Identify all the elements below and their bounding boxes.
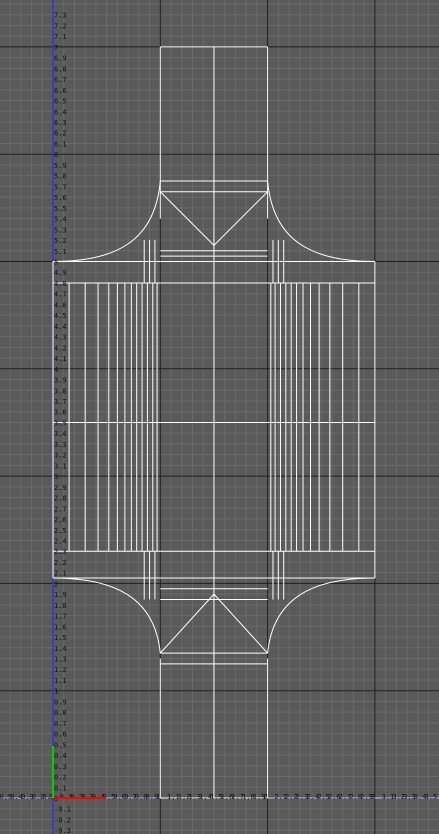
v-axis-tick-label: 3.3 [54,441,67,449]
v-axis-tick-label: 7.1 [54,33,67,41]
v-axis-tick-label: 5.9 [54,162,67,170]
v-axis-tick-label: 4.9 [54,269,67,277]
v-axis-tick-label: 0.6 [54,731,67,739]
v-axis-tick-label: 2.1 [54,570,67,578]
v-axis-tick-label: 1.9 [54,591,67,599]
v-axis-tick-label: 5 [54,259,58,267]
v-axis-tick-label: 0.9 [54,698,67,706]
u-axis-tick-label: 3 [371,793,375,801]
v-axis-tick-label: 0.5 [54,741,67,749]
uv-wireframe-mesh[interactable] [52,46,376,799]
v-axis-tick-label: 2.8 [54,495,67,503]
u-axis-tick-label: 3.5 [425,793,438,801]
v-axis-tick-label: 5.5 [54,205,67,213]
v-axis-tick-label: -0.3 [54,827,71,834]
v-axis-tick-label: 6.5 [54,98,67,106]
v-axis-tick-label: 0.7 [54,720,67,728]
v-axis-tick-label: 5.3 [54,226,67,234]
v-axis-tick-label: 4.8 [54,280,67,288]
v-axis-tick-label: 2.9 [54,484,67,492]
v-axis-tick-label: 3.2 [54,452,67,460]
v-axis-tick-label: 2.5 [54,527,67,535]
v-axis-tick-label: 3.6 [54,409,67,417]
uv-editor-viewport[interactable]: 7.3 7.2 7.1 7 6.9 6.8 6.7 6.6 6.5 6.4 6.3 6.2 6.1 6 5.… [0,0,439,834]
v-axis-tick-label: 6.8 [54,65,67,73]
v-axis-tick-label: 3.7 [54,398,67,406]
v-axis-tick-label: -0.2 [54,816,71,824]
v-axis-tick-label: 1.3 [54,656,67,664]
v-axis-tick-label: 3.4 [54,430,67,438]
v-axis-tick-label: 3 [54,473,58,481]
v-axis-tick-label: 5.6 [54,194,67,202]
v-axis-tick-label: 3.5 [54,419,67,427]
v-axis-tick-label: 6.6 [54,87,67,95]
v-axis-tick-label: 7.2 [54,22,67,30]
v-axis-tick-label: 0.2 [54,774,67,782]
v-axis-tick-label: 6 [54,151,58,159]
v-axis-tick-label: 2.6 [54,516,67,524]
uv-grid-canvas[interactable]: 7.3 7.2 7.1 7 6.9 6.8 6.7 6.6 6.5 6.4 6.3 6.2 6.1 6 5.… [0,0,439,834]
v-axis-tick-label: 7 [54,44,58,52]
v-axis-tick-label: 7.3 [54,12,67,20]
v-axis-tick-label: 3.9 [54,377,67,385]
v-axis-tick-label: 2.4 [54,537,67,545]
v-axis-tick-label: 1.4 [54,645,67,653]
v-axis-tick-label: 2.3 [54,548,67,556]
mesh-diagonal [159,593,215,654]
v-axis-tick-label: 1.1 [54,677,67,685]
v-axis-tick-label: 6.3 [54,119,67,127]
v-axis-tick-label: 1.7 [54,613,67,621]
v-axis-tick-label: 2.7 [54,505,67,513]
v-axis-tick-label: 3.8 [54,387,67,395]
v-axis-tick-label: 4 [54,366,58,374]
v-axis-tick-label: 5.7 [54,183,67,191]
v-axis-tick-label: 6.7 [54,76,67,84]
v-axis-tick-label: 1.6 [54,623,67,631]
v-axis-tick-label: 0.3 [54,763,67,771]
u-axis-tick-label: 2 [264,793,268,801]
v-axis-tick-label: 5.4 [54,216,67,224]
u-axis-tick-label: 1 [156,793,160,801]
v-axis-tick-label: 2 [54,580,58,588]
v-axis-tick-label: 5.1 [54,248,67,256]
v-axis-tick-label: 0.4 [54,752,67,760]
v-axis-tick-label: 5.8 [54,173,67,181]
v-axis-tick-label: 4.4 [54,323,67,331]
v-axis-tick-label: 6.2 [54,130,67,138]
v-axis-tick-label: 0.1 [54,784,67,792]
v-axis-tick-label: -0.1 [54,806,71,814]
v-axis-tick-label: 1.5 [54,634,67,642]
v-axis-tick-label: 1 [54,688,58,696]
v-axis-tick-label: 0.8 [54,709,67,717]
v-axis-tick-label: 6.4 [54,108,67,116]
v-axis-tick-label: 3.1 [54,462,67,470]
mesh-diagonal [213,593,268,654]
v-axis-tick-label: 6.9 [54,55,67,63]
v-axis-tick-label: 2.2 [54,559,67,567]
v-axis-tick-label: 4.2 [54,344,67,352]
v-axis-tick-label: 1.8 [54,602,67,610]
v-axis-tick-label: 4.1 [54,355,67,363]
v-axis-tick-label: 4.7 [54,291,67,299]
v-axis-tick-label: 4.5 [54,312,67,320]
v-axis-tick-label: 1.2 [54,666,67,674]
v-axis-tick-label: 6.1 [54,140,67,148]
v-axis-tick-label: 4.3 [54,334,67,342]
v-axis-tick-label: 4.6 [54,301,67,309]
v-axis-tick-label: 5.2 [54,237,67,245]
